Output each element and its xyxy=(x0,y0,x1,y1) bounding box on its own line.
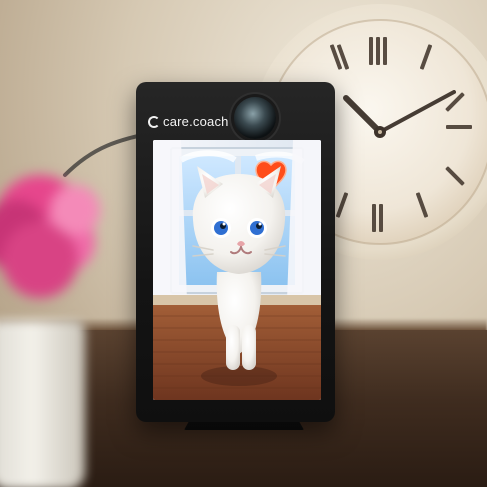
brand-text: care.coach xyxy=(163,114,229,129)
pink-flower xyxy=(0,175,100,298)
avatar-scene xyxy=(153,140,321,400)
camera-icon xyxy=(234,97,276,139)
vase xyxy=(0,320,85,487)
care-coach-logo-mark xyxy=(148,115,160,128)
tablet-device: care.coach xyxy=(136,82,335,422)
photo-scene: care.coach xyxy=(0,0,487,487)
brand-logo: care.coach xyxy=(148,114,229,129)
tablet-screen xyxy=(153,140,321,400)
